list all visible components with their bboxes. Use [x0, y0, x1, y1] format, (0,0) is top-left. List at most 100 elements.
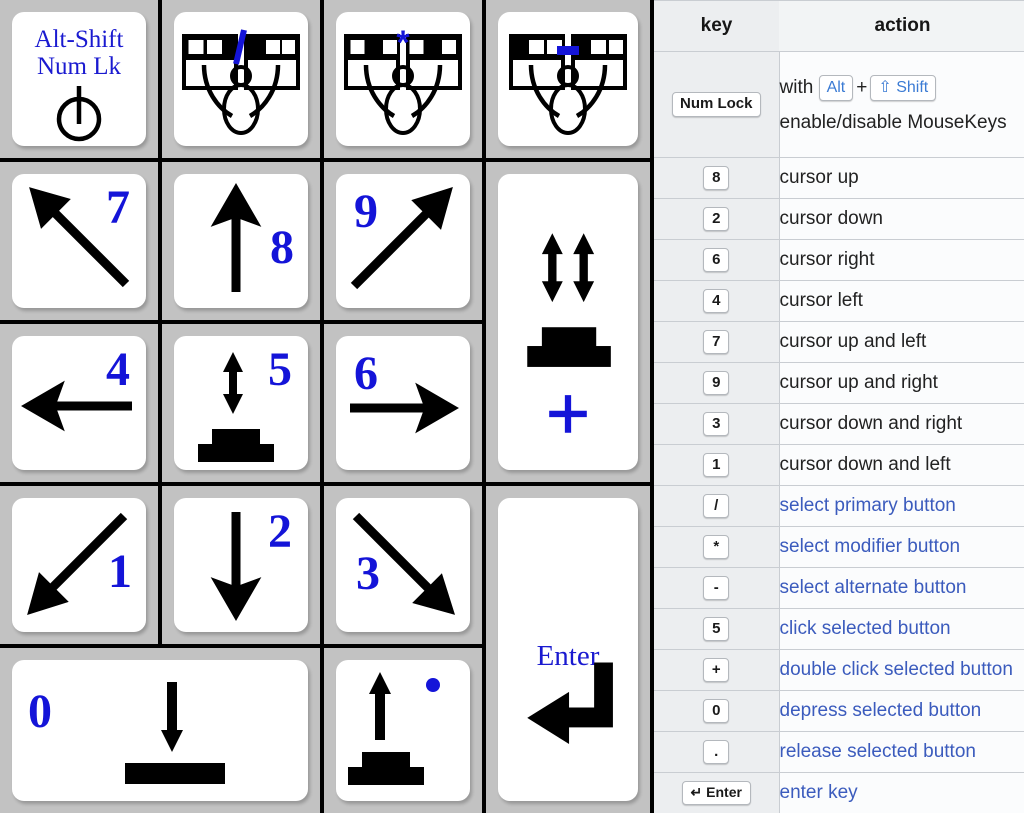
key-cell: 5 [654, 608, 780, 650]
key-chip[interactable]: / [703, 493, 730, 519]
dot-marker [426, 678, 440, 692]
key-chip[interactable]: 7 [703, 329, 730, 355]
keypad-key-dot[interactable] [324, 648, 482, 813]
action-cell: cursor down and right [779, 403, 1024, 445]
keycap-0: 0 [12, 660, 308, 801]
key-chip[interactable]: 6 [703, 247, 730, 273]
keypad-key-4[interactable]: 4 [0, 324, 158, 482]
action-cell: release selected button [779, 731, 1024, 773]
table-body: Num Lock with Alt + ⇧ Shift enable/disab… [654, 51, 1024, 813]
keypad-key-9[interactable]: 9 [324, 162, 482, 320]
keycap-7: 7 [12, 174, 146, 308]
table-row[interactable]: 8 cursor up [654, 157, 1024, 199]
modifier-chip-group: Alt + ⇧ Shift [818, 74, 937, 101]
key-cell: / [654, 485, 780, 527]
table-row[interactable]: 6 cursor right [654, 239, 1024, 281]
key-chip[interactable]: + [703, 657, 730, 683]
keypad-key-1[interactable]: 1 [0, 486, 158, 644]
power-symbol-icon [12, 12, 146, 146]
table-row[interactable]: 5 click selected button [654, 608, 1024, 650]
key-number-5: 5 [268, 343, 292, 396]
key-cell: ↵ Enter [654, 772, 780, 813]
table-row[interactable]: 1 cursor down and left [654, 444, 1024, 486]
action-cell: cursor up and left [779, 321, 1024, 363]
keypad-key-enter[interactable]: Enter [486, 486, 650, 813]
numlock-action-line1: with Alt + ⇧ Shift [779, 74, 1024, 101]
key-chip[interactable]: 4 [703, 288, 730, 314]
key-cell: 2 [654, 198, 780, 240]
table-row[interactable]: . release selected button [654, 731, 1024, 773]
keypad-key-plus[interactable] [486, 162, 650, 482]
keycap-asterisk: * [336, 12, 470, 146]
two-mice-modifier-button-icon: * [336, 12, 470, 146]
action-cell: select modifier button [779, 526, 1024, 568]
key-chip[interactable]: ↵ Enter [681, 781, 751, 805]
action-cell: select alternate button [779, 567, 1024, 609]
table-row[interactable]: 4 cursor left [654, 280, 1024, 322]
table-row[interactable]: 7 cursor up and left [654, 321, 1024, 363]
key-cell: 9 [654, 362, 780, 404]
release-button-icon [336, 660, 470, 801]
key-chip-num-lock[interactable]: Num Lock [671, 92, 761, 117]
key-number-3: 3 [356, 547, 380, 600]
table-row[interactable]: ↵ Enter enter key [654, 772, 1024, 813]
action-cell: depress selected button [779, 690, 1024, 732]
mousekeys-reference-page: Alt-Shift Num Lk * 7 8 9 4 5 6 1 2 3 Ent… [0, 0, 1024, 813]
numlock-action-prefix: with [779, 76, 814, 98]
numlock-key-cell: Num Lock [654, 51, 780, 158]
action-cell: cursor up [779, 157, 1024, 199]
table-row[interactable]: 3 cursor down and right [654, 403, 1024, 445]
key-number-6: 6 [354, 347, 378, 400]
table-row[interactable]: 9 cursor up and right [654, 362, 1024, 404]
keycap-minus [498, 12, 638, 146]
depress-button-icon [12, 660, 308, 801]
keycap-slash [174, 12, 308, 146]
table-row[interactable]: - select alternate button [654, 567, 1024, 609]
keycap-1: 1 [12, 498, 146, 632]
table-row[interactable]: / select primary button [654, 485, 1024, 527]
keycap-4: 4 [12, 336, 146, 470]
table-row[interactable]: * select modifier button [654, 526, 1024, 568]
table-row[interactable]: 2 cursor down [654, 198, 1024, 240]
key-chip[interactable]: 2 [703, 206, 730, 232]
key-chip-shift[interactable]: ⇧ Shift [870, 74, 937, 101]
key-cell: 3 [654, 403, 780, 445]
key-chip[interactable]: 1 [703, 452, 730, 478]
keypad-key-asterisk[interactable]: * [324, 0, 482, 158]
plus-separator: + [856, 76, 868, 98]
keypad-key-5[interactable]: 5 [162, 324, 320, 482]
key-cell: 8 [654, 157, 780, 199]
numlock-action-cell: with Alt + ⇧ Shift enable/disable MouseK… [779, 51, 1024, 158]
keypad-key-6[interactable]: 6 [324, 324, 482, 482]
keypad-key-8[interactable]: 8 [162, 162, 320, 320]
key-chip[interactable]: * [703, 534, 730, 560]
keypad-key-7[interactable]: 7 [0, 162, 158, 320]
key-chip[interactable]: . [703, 739, 730, 765]
keypad-key-slash[interactable] [162, 0, 320, 158]
key-number-0: 0 [28, 685, 52, 738]
key-cell: * [654, 526, 780, 568]
table-row-numlock[interactable]: Num Lock with Alt + ⇧ Shift enable/disab… [654, 51, 1024, 158]
keypad-key-minus[interactable] [486, 0, 650, 158]
keycap-enter: Enter [498, 498, 638, 801]
table-row[interactable]: + double click selected button [654, 649, 1024, 691]
svg-text:*: * [396, 24, 410, 62]
action-cell: cursor left [779, 280, 1024, 322]
key-chip[interactable]: 3 [703, 411, 730, 437]
table-row[interactable]: 0 depress selected button [654, 690, 1024, 732]
keypad-key-3[interactable]: 3 [324, 486, 482, 644]
key-chip[interactable]: 8 [703, 165, 730, 191]
key-chip-alt[interactable]: Alt [818, 74, 854, 101]
key-cell: 1 [654, 444, 780, 486]
numeric-keypad-diagram: Alt-Shift Num Lk * 7 8 9 4 5 6 1 2 3 Ent… [0, 0, 650, 813]
key-chip[interactable]: 5 [703, 616, 730, 642]
two-mice-primary-button-icon [174, 12, 308, 146]
key-chip[interactable]: 9 [703, 370, 730, 396]
keypad-key-0[interactable]: 0 [0, 648, 320, 813]
double-click-button-icon [498, 174, 638, 470]
keypad-key-2[interactable]: 2 [162, 486, 320, 644]
keypad-key-numlock[interactable]: Alt-Shift Num Lk [0, 0, 158, 158]
key-chip[interactable]: 0 [703, 698, 730, 724]
key-chip[interactable]: - [703, 575, 730, 601]
key-cell: 0 [654, 690, 780, 732]
